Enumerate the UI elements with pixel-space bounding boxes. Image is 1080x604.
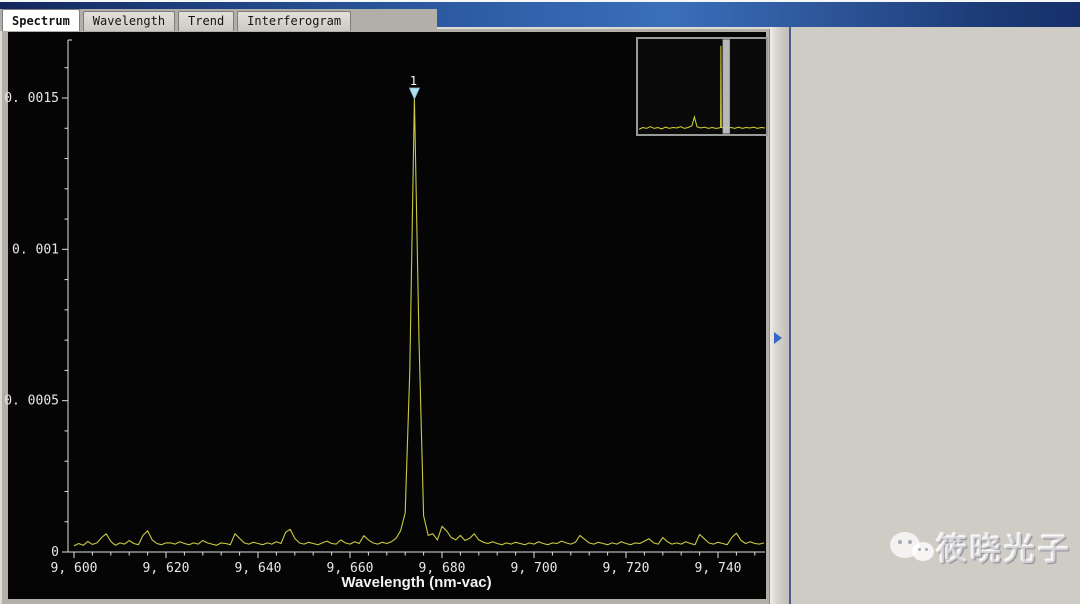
inset-view-band[interactable] xyxy=(723,40,730,134)
svg-text:9, 720: 9, 720 xyxy=(603,561,650,576)
overview-inset[interactable] xyxy=(637,38,767,135)
svg-text:9, 740: 9, 740 xyxy=(695,561,742,576)
svg-text:0. 0005: 0. 0005 xyxy=(4,394,59,409)
x-axis-title: Wavelength (nm-vac) xyxy=(341,574,491,591)
svg-text:9, 620: 9, 620 xyxy=(143,561,190,576)
svg-text:1: 1 xyxy=(410,74,417,88)
collapse-panel-arrow-icon[interactable] xyxy=(774,332,782,344)
svg-text:0: 0 xyxy=(51,545,59,560)
right-pane xyxy=(791,27,1080,604)
spectrum-plot[interactable]: 9, 6009, 6209, 6409, 6609, 6809, 7009, 7… xyxy=(0,27,770,604)
svg-text:9, 600: 9, 600 xyxy=(51,561,98,576)
svg-text:9, 640: 9, 640 xyxy=(235,561,282,576)
pane-splitter[interactable] xyxy=(770,27,791,604)
tab-trend[interactable]: Trend xyxy=(178,11,234,31)
tab-interferogram[interactable]: Interferogram xyxy=(237,11,351,31)
svg-text:0. 001: 0. 001 xyxy=(12,242,59,257)
spectrum-plot-frame: 9, 6009, 6209, 6409, 6609, 6809, 7009, 7… xyxy=(0,27,770,604)
tab-strip: Spectrum Wavelength Trend Interferogram xyxy=(0,9,437,31)
svg-text:9, 700: 9, 700 xyxy=(511,561,558,576)
tab-spectrum[interactable]: Spectrum xyxy=(2,9,80,31)
svg-text:0. 0015: 0. 0015 xyxy=(4,91,59,106)
tab-wavelength[interactable]: Wavelength xyxy=(83,11,175,31)
